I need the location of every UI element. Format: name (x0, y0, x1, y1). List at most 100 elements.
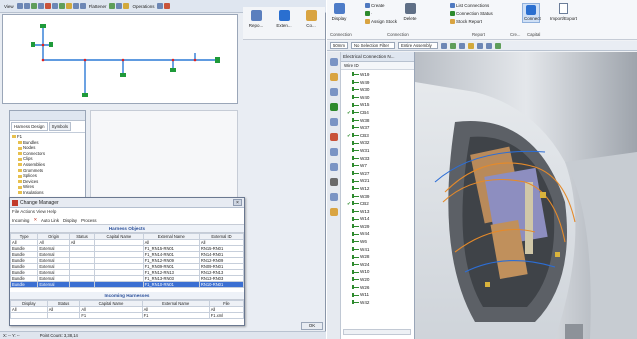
orient-icon[interactable] (476, 42, 483, 49)
wire-icon[interactable] (329, 103, 338, 111)
close-icon[interactable]: × (233, 199, 242, 206)
wire-item[interactable]: W37 (347, 124, 414, 132)
import-export-button[interactable]: Import/Export (550, 3, 577, 21)
table-cell[interactable] (68, 281, 96, 288)
wire-item[interactable]: W14 (347, 215, 414, 223)
wire-item[interactable]: W39 (347, 193, 414, 201)
table-cell[interactable]: F1 (79, 312, 143, 319)
create-button[interactable]: Create (365, 3, 385, 9)
table-cell[interactable] (46, 312, 81, 319)
wire-item[interactable]: W42 (347, 299, 414, 307)
3d-viewport[interactable] (415, 52, 637, 339)
folder-icon[interactable] (329, 73, 338, 81)
measure-icon[interactable] (79, 3, 86, 9)
edit-button[interactable]: · (365, 11, 373, 17)
table-cell[interactable]: RN10-RN01 (198, 281, 245, 288)
operation-icon[interactable] (157, 3, 164, 9)
wire-item[interactable]: W29 (347, 223, 414, 231)
wire-item[interactable]: W10 (347, 268, 414, 276)
table-cell[interactable]: F1.xml (208, 312, 245, 319)
delete-button[interactable]: Delete (402, 3, 418, 21)
appearance-icon[interactable] (329, 148, 338, 156)
wire-item[interactable]: W41 (347, 246, 414, 254)
wire-item[interactable]: W15 (347, 101, 414, 109)
selection-filter-select[interactable]: No Selection Filter (350, 42, 395, 49)
table-cell[interactable] (94, 281, 144, 288)
grid-icon[interactable] (485, 42, 492, 49)
wire-item[interactable]: W28 (347, 253, 414, 261)
wire-id-column-header[interactable]: Wire ID (341, 62, 414, 70)
view-menu[interactable]: View (4, 4, 14, 9)
wire-item[interactable]: W30 (347, 86, 414, 94)
incoming-button[interactable]: Incoming (12, 218, 29, 223)
cable-group-item[interactable]: ✔ CB4 (347, 109, 414, 117)
table-cell[interactable]: Bundle (9, 281, 39, 288)
ribbon-connect-button[interactable]: Co... (301, 9, 321, 28)
wire-item[interactable]: W27 (347, 170, 414, 178)
search-icon[interactable] (329, 163, 338, 171)
wire-item[interactable]: W38 (347, 117, 414, 125)
list-connections-button[interactable]: List Connections (450, 3, 489, 9)
wire-item[interactable]: W6 (347, 238, 414, 246)
assembly-select[interactable]: Entire Assembly (397, 42, 438, 49)
wire-item[interactable]: W20 (347, 276, 414, 284)
wire-item[interactable]: W11 (347, 291, 414, 299)
table-cell[interactable]: F1 (141, 312, 210, 319)
assign-stock-button[interactable]: Assign Stock (365, 19, 397, 25)
table-row[interactable]: Bundle External F1_RN10-RN01 RN10-RN01 (9, 281, 245, 288)
wire-item[interactable]: W21 (347, 177, 414, 185)
route-icon[interactable] (72, 3, 79, 9)
ribbon-extension-button[interactable]: Exten... (274, 9, 294, 28)
render-icon[interactable] (458, 42, 465, 49)
wire-item[interactable]: W44 (347, 230, 414, 238)
select-tool-icon[interactable] (440, 42, 447, 49)
straighten-icon[interactable] (123, 3, 130, 9)
render-icon[interactable] (329, 133, 338, 141)
auto-link-button[interactable]: Auto Link (41, 218, 59, 223)
operations-menu[interactable]: Operations (132, 4, 154, 9)
wire-item[interactable]: W19 (347, 71, 414, 79)
connect-button[interactable]: Connect (522, 3, 541, 23)
note-icon[interactable] (329, 208, 338, 216)
layers-icon[interactable] (329, 88, 338, 96)
stock-report-button[interactable]: Stock Report (450, 19, 482, 25)
zoom-icon[interactable] (16, 3, 23, 9)
harness-schematic-canvas[interactable] (2, 14, 238, 104)
wire-item[interactable]: W33 (347, 155, 414, 163)
wire-item[interactable]: W49 (347, 79, 414, 87)
select-icon[interactable] (37, 3, 44, 9)
delete-icon[interactable] (44, 3, 51, 9)
cable-group-item[interactable]: ✔ CB2 (347, 200, 414, 208)
node-icon[interactable] (51, 3, 58, 9)
fit-icon[interactable] (30, 3, 37, 9)
bundle-icon[interactable] (58, 3, 65, 9)
table-cell[interactable]: External (37, 281, 70, 288)
table-cell[interactable] (10, 312, 48, 319)
wire-item[interactable]: W32 (347, 139, 414, 147)
ok-button[interactable]: OK (301, 322, 323, 330)
settings-icon[interactable] (329, 178, 338, 186)
pan-icon[interactable] (23, 3, 30, 9)
wire-item[interactable]: W24 (347, 261, 414, 269)
unit-select[interactable]: 50mm (330, 42, 348, 49)
reject-icon[interactable]: ✕ (33, 217, 37, 223)
wire-item[interactable]: W40 (347, 94, 414, 102)
stop-icon[interactable] (164, 3, 171, 9)
connection-status-button[interactable]: Connection Status (450, 11, 493, 17)
wire-item[interactable]: W26 (347, 284, 414, 292)
wire-item[interactable]: W12 (347, 185, 414, 193)
rotate-icon[interactable] (116, 3, 123, 9)
assembly-icon[interactable] (329, 58, 338, 66)
layer-icon[interactable] (494, 42, 501, 49)
wire-item[interactable]: W7 (347, 162, 414, 170)
flattener-menu[interactable]: Flattener (89, 4, 107, 9)
table-row[interactable]: F1 F1 F1.xml (10, 312, 245, 319)
process-button[interactable]: Process (81, 218, 97, 223)
view-icon[interactable] (329, 193, 338, 201)
tab-symbols[interactable]: Symbols (48, 122, 72, 131)
table-cell[interactable]: F1_RN10-RN01 (142, 281, 200, 288)
wire-item[interactable]: W13 (347, 208, 414, 216)
cable-group-item[interactable]: ✔ CB3 (347, 132, 414, 140)
dialog-menubar[interactable]: File Actions View Help (10, 208, 244, 216)
display-button[interactable]: Display (63, 218, 77, 223)
